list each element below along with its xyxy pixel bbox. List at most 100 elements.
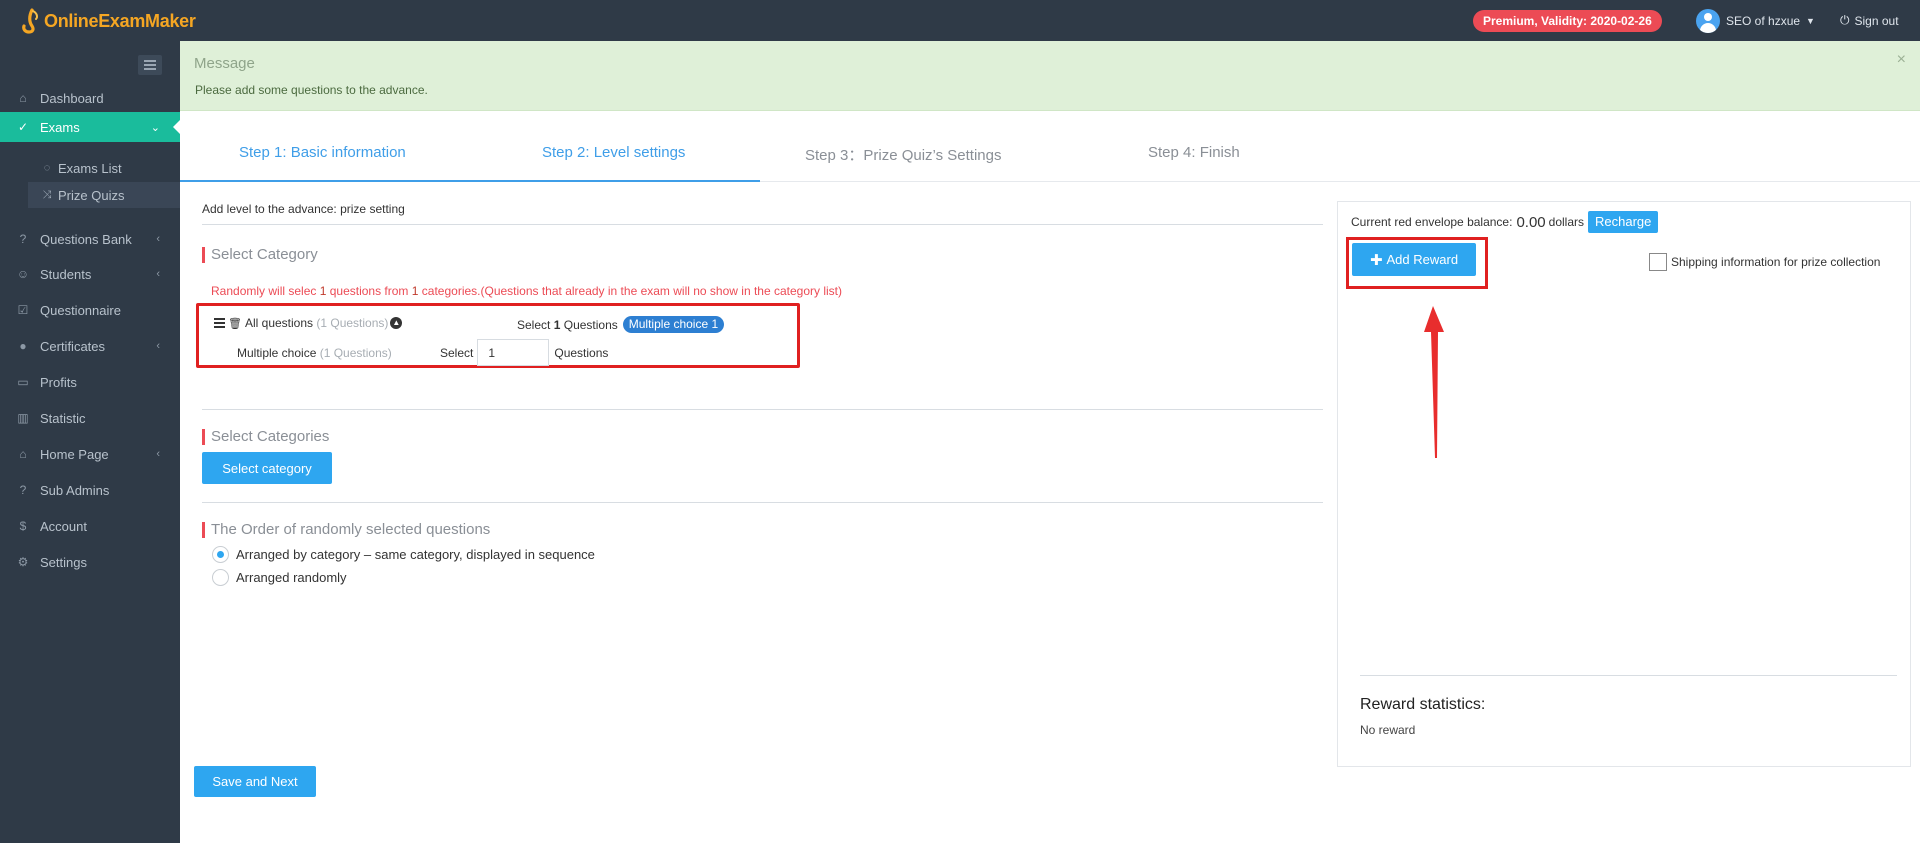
category-count: (1 Questions) [319, 346, 392, 360]
chevron-down-icon: ▼ [1806, 16, 1815, 26]
sidebar-item-label: Dashboard [40, 90, 104, 106]
radio-button[interactable] [212, 546, 229, 563]
sidebar-item-home-page[interactable]: ⌂ Home Page ‹ [0, 439, 180, 469]
divider [1360, 675, 1897, 676]
drag-handle-icon[interactable] [214, 316, 225, 330]
shuffle-icon: ⤨ [42, 188, 52, 201]
app-logo[interactable]: OnlineExamMaker [20, 8, 196, 34]
sidebar-item-account[interactable]: $ Account [0, 511, 180, 541]
annotation-arrow-icon [1424, 306, 1444, 458]
gear-icon: ⚙ [17, 555, 29, 569]
user-menu[interactable]: SEO of hzxue ▼ [1696, 9, 1815, 33]
question-circle-icon: ? [19, 483, 27, 497]
sidebar-item-questionnaire[interactable]: ☑ Questionnaire [0, 295, 180, 325]
section-title-select-category: Select Category [202, 247, 318, 263]
bar-chart-icon: ▥ [17, 411, 29, 425]
avatar [1696, 9, 1720, 33]
steps-bar: Step 1: Basic information Step 2: Level … [180, 111, 1920, 182]
sidebar-item-label: Questions Bank [40, 231, 132, 247]
sidebar-item-questions-bank[interactable]: ? Questions Bank ‹ [0, 224, 180, 254]
reward-statistics-title: Reward statistics: [1360, 696, 1486, 713]
radio-button[interactable] [212, 569, 229, 586]
sidebar-item-label: Home Page [40, 446, 109, 462]
sidebar-item-settings[interactable]: ⚙ Settings [0, 547, 180, 577]
random-notice: Randomly will selec 1 questions from 1 c… [211, 284, 842, 298]
question-count-input[interactable] [477, 339, 550, 366]
select-category-button[interactable]: Select category [202, 452, 332, 484]
divider [202, 409, 1323, 410]
power-icon: ⏻ [1840, 13, 1850, 27]
order-option-random[interactable]: Arranged randomly [212, 569, 347, 586]
no-reward-text: No reward [1360, 723, 1416, 737]
check-circle-icon: ◌ [43, 162, 51, 174]
close-icon[interactable]: × [1897, 51, 1906, 69]
balance-unit: dollars [1548, 215, 1584, 229]
sidebar-item-students[interactable]: ☺ Students ‹ [0, 259, 180, 289]
user-icon: ☺ [16, 267, 30, 281]
sidebar-item-sub-admins[interactable]: ? Sub Admins [0, 475, 180, 505]
balance-label: Current red envelope balance: [1351, 215, 1513, 229]
sidebar-item-profits[interactable]: ▭ Profits [0, 367, 180, 397]
logo-text: OnlineExamMaker [44, 10, 196, 31]
collapse-up-icon[interactable]: ▲ [390, 317, 403, 329]
sidebar-item-label: Students [40, 266, 92, 282]
select-label: Select [517, 317, 551, 332]
section-title-order: The Order of randomly selected questions [202, 522, 490, 538]
category-count: (1 Questions) [316, 316, 389, 330]
step-basic-information[interactable]: Step 1: Basic information [239, 144, 406, 161]
step-level-settings[interactable]: Step 2: Level settings [542, 144, 685, 161]
step-finish[interactable]: Step 4: Finish [1148, 144, 1240, 161]
sidebar-item-dashboard[interactable]: ⌂ Dashboard [0, 83, 180, 113]
premium-badge[interactable]: Premium, Validity: 2020-02-26 [1473, 10, 1662, 32]
page-heading: Add level to the advance: prize setting [202, 202, 405, 216]
category-row-all: 🗑 All questions (1 Questions) ▲ [214, 316, 403, 330]
sidebar-item-exams[interactable]: ✓ Exams ⌄ [0, 112, 181, 142]
top-bar: OnlineExamMaker Premium, Validity: 2020-… [0, 0, 1920, 41]
radio-label: Arranged randomly [236, 570, 347, 585]
category-label: Multiple choice [237, 346, 317, 360]
chevron-left-icon: ‹ [156, 268, 160, 280]
sidebar-subitem-prize-quizs[interactable]: ⤨ Prize Quizs [28, 182, 180, 208]
dollar-icon: $ [19, 519, 27, 533]
card-icon: ▭ [17, 375, 29, 389]
hat-icon: ⌂ [19, 447, 27, 461]
step-progress-underline [180, 180, 760, 182]
questions-label: Questions [554, 345, 609, 360]
notice-text: categories.(Questions that already in th… [418, 284, 842, 298]
check-circle-icon: ✓ [17, 120, 29, 134]
logo-icon [22, 8, 38, 34]
message-text: Please add some questions to the advance… [195, 83, 428, 97]
sidebar-toggle-button[interactable] [138, 55, 162, 75]
divider [202, 224, 1323, 225]
questions-label: Questions [563, 317, 618, 332]
certificate-icon: ● [19, 339, 27, 353]
category-label: All questions [244, 316, 314, 330]
chevron-left-icon: ‹ [156, 340, 160, 352]
shipping-checkbox[interactable] [1649, 253, 1667, 271]
add-reward-button[interactable]: ✚ Add Reward [1352, 243, 1476, 276]
shipping-option[interactable]: Shipping information for prize collectio… [1649, 253, 1880, 271]
sidebar-item-label: Account [40, 518, 87, 534]
select-count-control: Select Questions [440, 339, 608, 366]
shipping-label: Shipping information for prize collectio… [1671, 255, 1881, 269]
sign-out-label: Sign out [1854, 13, 1899, 28]
chevron-left-icon: ‹ [156, 448, 160, 460]
balance-amount: 0.00 [1516, 213, 1546, 231]
notice-text: Randomly will selec [211, 284, 320, 298]
multiple-choice-badge: Multiple choice 1 [622, 316, 725, 333]
sidebar-subitem-label: Exams List [58, 160, 122, 176]
sidebar-item-label: Certificates [40, 338, 106, 354]
sign-out-link[interactable]: ⏻ Sign out [1840, 13, 1899, 28]
sidebar-item-certificates[interactable]: ● Certificates ‹ [0, 331, 180, 361]
order-option-by-category[interactable]: Arranged by category – same category, di… [212, 546, 595, 563]
recharge-button[interactable]: Recharge [1588, 211, 1659, 233]
save-and-next-button[interactable]: Save and Next [194, 766, 316, 797]
sidebar-item-label: Statistic [40, 410, 86, 426]
step-prize-quiz-settings[interactable]: Step 3：Prize Quiz’s Settings [805, 144, 1001, 165]
radio-label: Arranged by category – same category, di… [236, 547, 595, 562]
trash-icon[interactable]: 🗑 [228, 317, 242, 330]
select-count: 1 [553, 317, 561, 332]
chevron-down-icon: ⌄ [150, 121, 160, 134]
sidebar-subitem-exams-list[interactable]: ◌ Exams List [28, 155, 180, 181]
sidebar-item-statistic[interactable]: ▥ Statistic [0, 403, 180, 433]
